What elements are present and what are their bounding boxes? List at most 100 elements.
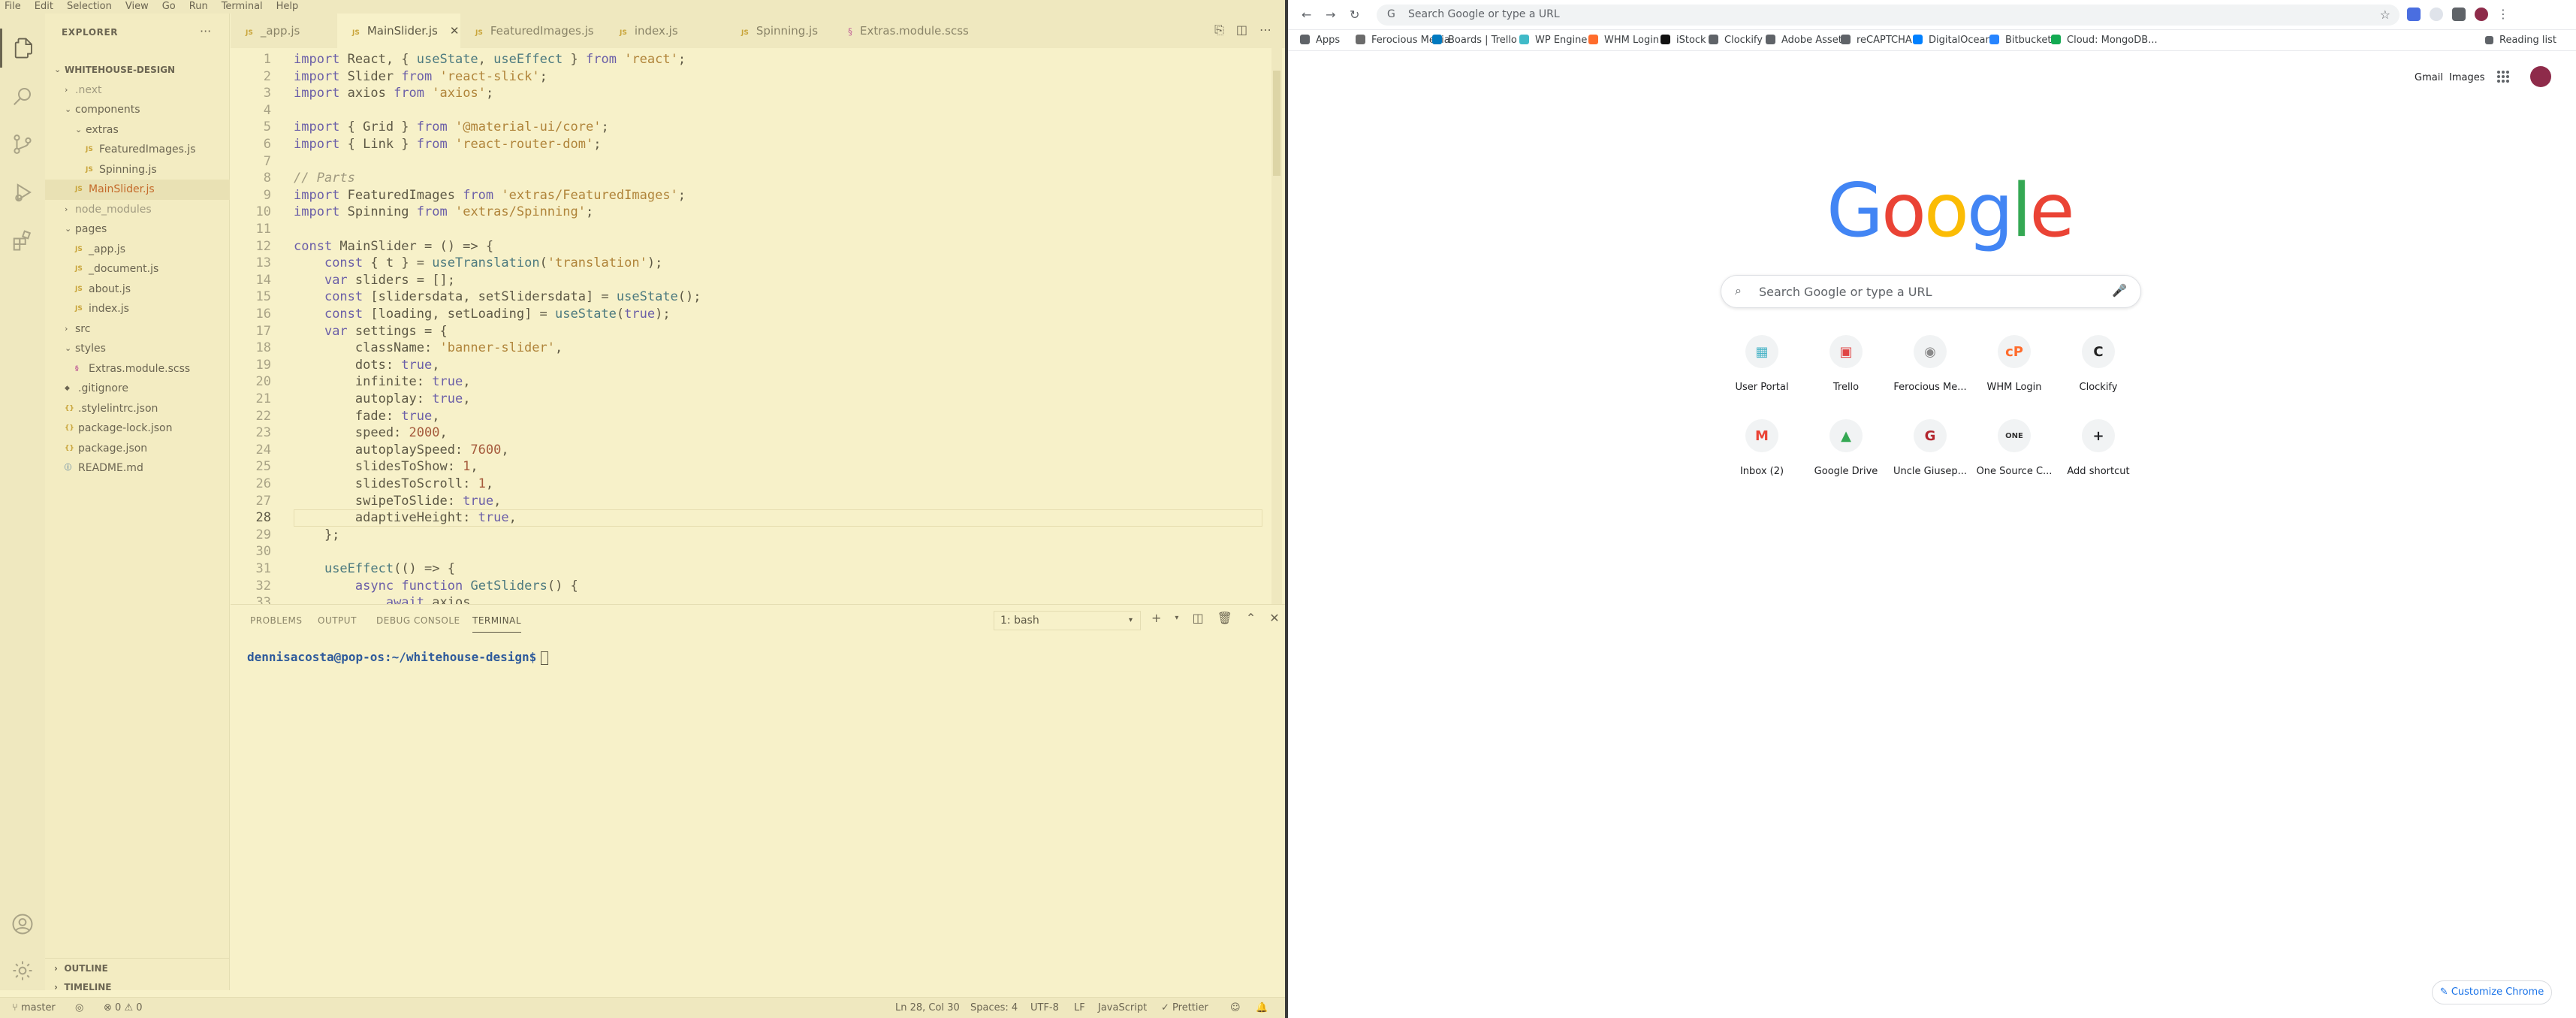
chevron-down-icon[interactable]: ▾: [1175, 611, 1178, 626]
feedback-icon[interactable]: ☺: [1230, 998, 1241, 1018]
tree-file[interactable]: {} .stylelintrc.json: [45, 399, 230, 419]
shortcut-tile[interactable]: G Uncle Giusep...: [1889, 419, 1971, 502]
shortcut-tile[interactable]: cP WHM Login: [1973, 335, 2056, 418]
extension-icon[interactable]: [2430, 8, 2443, 21]
gmail-link[interactable]: Gmail: [2415, 72, 2443, 83]
extension-icon[interactable]: [2407, 8, 2421, 21]
puzzle-extensions-icon[interactable]: [2452, 8, 2466, 21]
extensions-icon[interactable]: [0, 221, 45, 260]
explorer-icon[interactable]: [0, 29, 45, 68]
close-tab-icon[interactable]: ✕: [450, 24, 460, 38]
tree-file[interactable]: ◆ .gitignore: [45, 379, 230, 399]
settings-gear-icon[interactable]: [0, 951, 45, 990]
microphone-icon[interactable]: 🎤: [2112, 283, 2127, 298]
tree-folder[interactable]: ⌄ pages: [45, 219, 230, 240]
source-control-icon[interactable]: [0, 125, 45, 164]
prettier-indicator[interactable]: ✓ Prettier: [1161, 998, 1208, 1018]
outline-section[interactable]: › OUTLINE: [45, 958, 230, 977]
bookmark-item[interactable]: WP Engine: [1519, 33, 1587, 48]
bookmark-item[interactable]: Apps: [1300, 33, 1340, 48]
tree-file[interactable]: JS Spinning.js: [45, 160, 230, 180]
menu-help[interactable]: Help: [276, 0, 299, 14]
menu-run[interactable]: Run: [189, 0, 208, 14]
tree-folder[interactable]: ⌄ styles: [45, 339, 230, 359]
tree-file[interactable]: {} package-lock.json: [45, 418, 230, 439]
tree-file[interactable]: JS _document.js: [45, 259, 230, 279]
code-editor[interactable]: 1 import React, { useState, useEffect } f…: [231, 48, 1271, 604]
shortcut-tile[interactable]: ▣ Trello: [1805, 335, 1887, 418]
menu-terminal[interactable]: Terminal: [222, 0, 263, 14]
shortcut-tile[interactable]: M Inbox (2): [1721, 419, 1803, 502]
google-search-box[interactable]: ⌕ Search Google or type a URL 🎤: [1721, 275, 2141, 308]
problems-indicator[interactable]: ⊗ 0 ⚠ 0: [104, 998, 143, 1018]
profile-avatar[interactable]: [2475, 8, 2488, 21]
open-changes-icon[interactable]: ⎘: [1214, 23, 1224, 38]
line-ending[interactable]: LF: [1074, 998, 1085, 1018]
editor-tab[interactable]: JS Spinning.js: [726, 14, 833, 48]
reload-icon[interactable]: ↻: [1350, 8, 1359, 22]
editor-tab[interactable]: JS index.js: [605, 14, 726, 48]
bookmark-item[interactable]: Boards | Trello: [1432, 33, 1517, 48]
tab-problems[interactable]: PROBLEMS: [250, 615, 303, 626]
tree-file[interactable]: {} package.json: [45, 439, 230, 459]
bookmark-item[interactable]: iStock: [1661, 33, 1706, 48]
tree-file[interactable]: JS index.js: [45, 299, 230, 319]
cursor-position[interactable]: Ln 28, Col 30: [895, 998, 960, 1018]
shortcut-tile[interactable]: ▦ User Portal: [1721, 335, 1803, 418]
tab-output[interactable]: OUTPUT: [318, 615, 357, 626]
account-avatar[interactable]: [2530, 66, 2551, 87]
tree-file[interactable]: ⓘ README.md: [45, 458, 230, 479]
bookmark-item[interactable]: Clockify: [1709, 33, 1763, 48]
timeline-section[interactable]: › TIMELINE: [45, 977, 230, 997]
address-bar[interactable]: G Search Google or type a URL ☆: [1377, 5, 2400, 26]
close-panel-icon[interactable]: ✕: [1269, 611, 1279, 626]
tab-terminal[interactable]: TERMINAL: [472, 615, 522, 633]
search-icon[interactable]: [0, 77, 45, 116]
bookmark-item[interactable]: Cloud: MongoDB...: [2051, 33, 2158, 48]
bookmark-item[interactable]: WHM Login: [1588, 33, 1659, 48]
editor-tab[interactable]: JS FeaturedImages.js: [460, 14, 605, 48]
bookmark-item[interactable]: DigitalOcean: [1913, 33, 1992, 48]
menu-edit[interactable]: Edit: [35, 0, 53, 14]
more-menu-icon[interactable]: ⋮: [2497, 8, 2511, 21]
encoding[interactable]: UTF-8: [1030, 998, 1059, 1018]
editor-scrollbar[interactable]: [1271, 48, 1282, 604]
account-icon[interactable]: [0, 905, 45, 944]
tree-file[interactable]: JS FeaturedImages.js: [45, 140, 230, 160]
bookmark-star-icon[interactable]: ☆: [2380, 8, 2390, 22]
workspace-root[interactable]: ⌄ WHITEHOUSE-DESIGN: [45, 60, 230, 80]
notifications-bell-icon[interactable]: 🔔: [1256, 998, 1268, 1018]
forward-arrow-icon[interactable]: →: [1326, 8, 1335, 22]
language-mode[interactable]: JavaScript: [1098, 998, 1147, 1018]
images-link[interactable]: Images: [2449, 72, 2485, 83]
sync-icon[interactable]: ◎: [75, 998, 83, 1018]
maximize-panel-icon[interactable]: ⌃: [1246, 611, 1256, 626]
terminal-output[interactable]: dennisacosta@pop-os:~/whitehouse-design$: [247, 650, 549, 665]
tree-file[interactable]: JS _app.js: [45, 240, 230, 260]
editor-tab[interactable]: § Extras.module.scss: [833, 14, 991, 48]
menu-selection[interactable]: Selection: [67, 0, 112, 14]
bookmark-item[interactable]: Bitbucket: [1989, 33, 2051, 48]
tree-folder[interactable]: ⌄ components: [45, 100, 230, 120]
reading-list-button[interactable]: Reading list: [2485, 33, 2556, 48]
tree-file[interactable]: JS about.js: [45, 279, 230, 300]
tree-file[interactable]: § Extras.module.scss: [45, 359, 230, 379]
shortcut-tile[interactable]: ◉ Ferocious Me...: [1889, 335, 1971, 418]
back-arrow-icon[interactable]: ←: [1302, 8, 1311, 22]
menu-go[interactable]: Go: [162, 0, 176, 14]
split-terminal-icon[interactable]: ◫: [1192, 611, 1203, 626]
customize-chrome-button[interactable]: ✎ Customize Chrome: [2432, 980, 2552, 1004]
tree-folder[interactable]: ⌄ extras: [45, 120, 230, 140]
trash-icon[interactable]: 🗑: [1217, 611, 1232, 626]
menu-view[interactable]: View: [125, 0, 149, 14]
google-apps-icon[interactable]: [2496, 70, 2510, 83]
scroll-thumb[interactable]: [1273, 71, 1280, 176]
tree-folder[interactable]: › src: [45, 319, 230, 340]
menu-file[interactable]: File: [5, 0, 21, 14]
shortcut-tile[interactable]: ▲ Google Drive: [1805, 419, 1887, 502]
shortcut-tile[interactable]: ONE One Source C...: [1973, 419, 2056, 502]
editor-tab[interactable]: JS _app.js: [231, 14, 337, 48]
branch-indicator[interactable]: ⑂ master: [12, 998, 56, 1018]
bookmark-item[interactable]: Adobe Assets: [1766, 33, 1848, 48]
tree-folder[interactable]: › .next: [45, 80, 230, 101]
